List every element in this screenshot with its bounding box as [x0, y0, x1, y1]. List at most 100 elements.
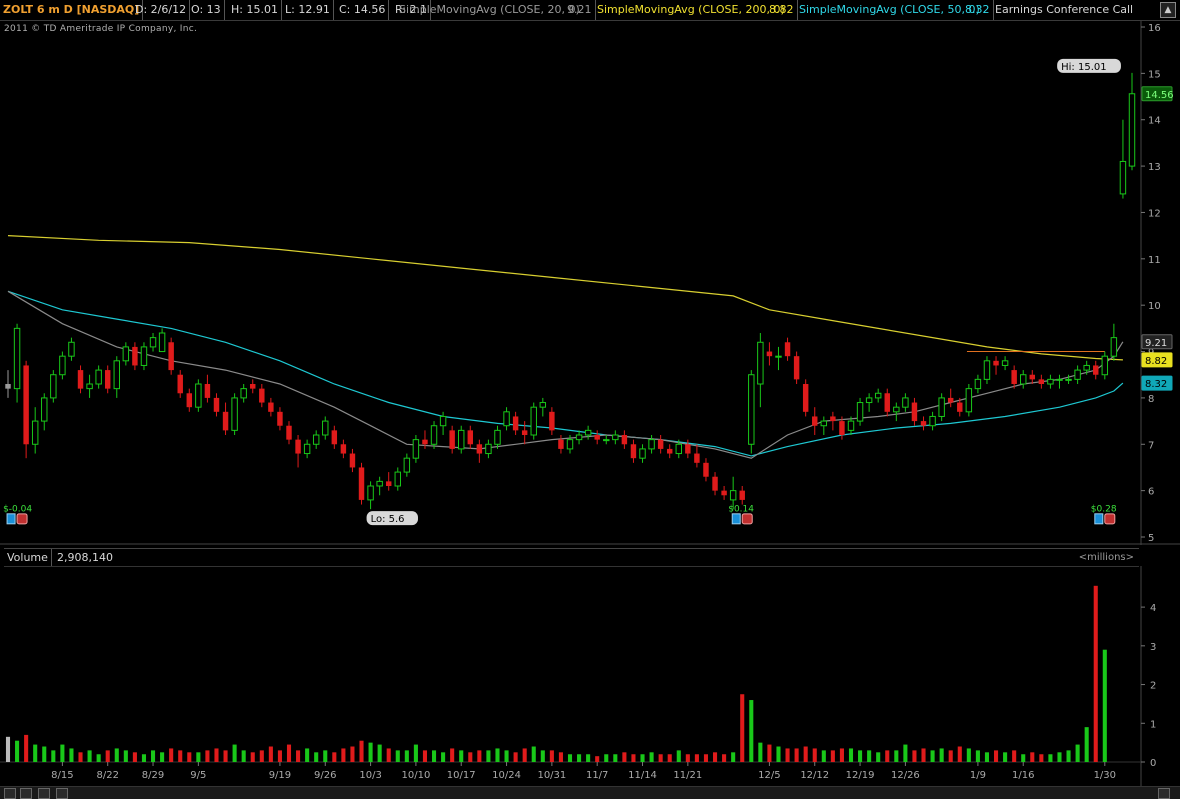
candle-body	[512, 416, 519, 431]
candle-body	[793, 356, 800, 380]
sma50-label[interactable]: SimpleMovingAvg (CLOSE, 50, 0)	[796, 0, 983, 20]
volume-bar	[776, 746, 781, 762]
volume-bar	[1012, 750, 1017, 762]
date-tick-label: 10/24	[492, 770, 521, 781]
volume-bar	[540, 750, 545, 762]
volume-bar	[114, 748, 119, 762]
candle-body	[322, 420, 329, 436]
open-readout: O: 13	[188, 0, 225, 20]
volume-label: Volume	[4, 549, 52, 566]
volume-bar	[1030, 752, 1035, 762]
volume-bar	[450, 748, 455, 762]
candle-body	[104, 370, 111, 389]
sma200-label[interactable]: SimpleMovingAvg (CLOSE, 200, 0)	[594, 0, 788, 20]
chart-settings-icon[interactable]: ▲	[1160, 2, 1176, 18]
date-tick-label: 11/21	[673, 770, 702, 781]
candle-body	[222, 411, 229, 431]
candle-body	[86, 383, 93, 390]
expand-button[interactable]	[1158, 788, 1170, 799]
candle-body	[812, 416, 818, 426]
volume-bar	[504, 750, 509, 762]
volume-bar	[368, 742, 373, 762]
candle-body	[132, 346, 138, 366]
volume-bar	[205, 750, 210, 762]
volume-bar	[1003, 752, 1008, 762]
volume-bar	[631, 754, 636, 762]
volume-bar	[567, 754, 573, 762]
volume-chart[interactable]: 0 1 2 3 4 8/15 8/22 8/29 9/5 9/19 9/26 10/3 10/10 10/…	[0, 566, 1180, 786]
volume-bar	[486, 750, 491, 762]
earnings-call-label[interactable]: Earnings Conference Call	[992, 0, 1136, 20]
price-tag-label: 14.56	[1145, 90, 1174, 101]
candle-body	[476, 444, 483, 454]
earnings-call-icon	[16, 513, 28, 525]
volume-bar	[323, 750, 328, 762]
candle-body	[920, 421, 927, 426]
price-tag-label: 8.32	[1145, 379, 1167, 390]
candle-body	[113, 360, 120, 390]
volume-bar	[441, 752, 446, 762]
volume-bar	[296, 750, 301, 762]
volume-value: 2,908,140	[57, 551, 113, 564]
volume-bar	[359, 740, 364, 762]
sma20-value: 9.21	[564, 0, 596, 20]
date-tick-label: 8/22	[96, 770, 118, 781]
candle-body	[1001, 360, 1009, 366]
volume-bar	[495, 748, 500, 762]
candle-body	[957, 402, 963, 412]
zoom-out-button[interactable]	[4, 788, 16, 799]
volume-tick-label: 4	[1150, 603, 1156, 614]
volume-bar	[984, 752, 990, 762]
date-tick-label: 9/5	[190, 770, 206, 781]
volume-bar	[395, 750, 400, 762]
candle-body	[439, 415, 447, 427]
candle-body	[539, 402, 547, 408]
candle-body	[1065, 378, 1072, 381]
scroll-right-button[interactable]	[56, 788, 68, 799]
price-chart[interactable]: 5678910111213141516Hi: 15.01Lo: 5.614.56…	[0, 21, 1180, 545]
candle-body	[312, 434, 320, 445]
volume-bar	[658, 754, 663, 762]
candle-body	[775, 355, 782, 358]
volume-bar	[513, 752, 518, 762]
volume-bar	[549, 750, 554, 762]
volume-bar	[975, 750, 980, 762]
zoom-in-button[interactable]	[20, 788, 32, 799]
volume-bar	[1057, 752, 1062, 762]
sma20-label[interactable]: SimpleMovingAvg (CLOSE, 20, 0)	[396, 0, 583, 20]
volume-bar	[431, 750, 437, 762]
scroll-left-button[interactable]	[38, 788, 50, 799]
earnings-value-label: $0.28	[1091, 505, 1117, 515]
volume-tick-label: 1	[1150, 719, 1156, 730]
date-tick-label: 9/19	[269, 770, 291, 781]
volume-bar	[577, 754, 582, 762]
candle-body	[68, 341, 75, 357]
candle-body	[685, 444, 691, 454]
candle-body	[1011, 370, 1017, 384]
volume-bar	[314, 752, 319, 762]
volume-bar	[332, 752, 337, 762]
volume-bar	[1066, 750, 1071, 762]
candle-body	[974, 378, 982, 390]
volume-bar	[241, 750, 246, 762]
candle-body	[1083, 364, 1090, 371]
volume-bar	[187, 752, 192, 762]
candle-body	[666, 448, 673, 454]
candle-body	[158, 332, 166, 353]
candle-body	[303, 443, 311, 455]
candle-body	[639, 448, 646, 459]
symbol-label[interactable]: ZOLT 6 m D [NASDAQ]	[0, 0, 144, 20]
candle-body	[983, 360, 991, 380]
candle-body	[929, 415, 936, 427]
candle-body	[277, 411, 283, 426]
volume-bar	[803, 746, 808, 762]
candle-body	[830, 416, 836, 422]
volume-bar	[694, 754, 699, 762]
price-tick-label: 14	[1148, 116, 1161, 127]
candle-body	[259, 388, 265, 403]
candle-body	[612, 434, 619, 441]
date-tick-label: 10/3	[359, 770, 381, 781]
volume-bar	[740, 694, 745, 762]
volume-bar	[613, 754, 618, 762]
candle-body	[295, 439, 301, 454]
